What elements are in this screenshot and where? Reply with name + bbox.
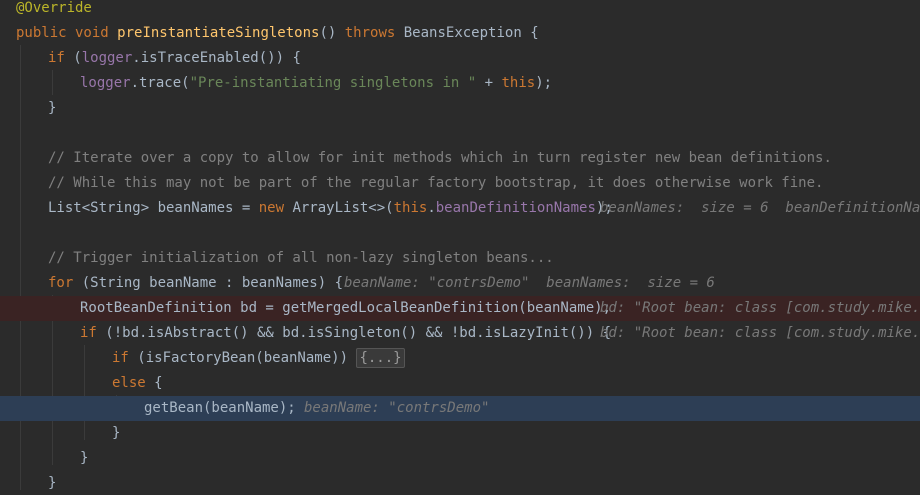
code-line[interactable]: if (isFactoryBean(beanName)) {...} (0, 346, 920, 371)
keyword: public void (16, 25, 118, 41)
code-text: BeansException { (395, 25, 539, 41)
statement: else { (112, 371, 163, 396)
field-ref: logger (80, 75, 131, 91)
code-text: } (80, 450, 89, 466)
keyword: if (48, 50, 65, 66)
comment: // While this may not be part of the reg… (48, 175, 824, 191)
code-line[interactable]: @Override (0, 0, 920, 21)
folded-code-block[interactable]: {...} (356, 348, 405, 368)
code-text: } (112, 425, 121, 441)
code-text: RootBeanDefinition bd = getMergedLocalBe… (80, 300, 612, 316)
code-line[interactable]: } (0, 421, 920, 446)
code-text: (String beanName : beanNames) { (73, 275, 344, 291)
code-line[interactable]: } (0, 471, 920, 495)
keyword: for (48, 275, 74, 291)
field-ref: beanDefinitionNames (435, 200, 596, 216)
method-name: preInstantiateSingletons (117, 25, 320, 41)
code-text: .trace( (130, 75, 190, 91)
statement: for (String beanName : beanNames) { (48, 271, 343, 296)
debug-inline-value: beanNames: size = 6 beanDefinitionNames: (600, 200, 920, 216)
code-text: .isTraceEnabled()) { (132, 50, 301, 66)
keyword: this (393, 200, 428, 216)
code-editor[interactable]: @Override public void preInstantiateSing… (0, 0, 920, 495)
code-line[interactable]: if (logger.isTraceEnabled()) { (0, 46, 920, 71)
code-text: (isFactoryBean(beanName)) (128, 350, 357, 366)
statement: if (logger.isTraceEnabled()) { (48, 46, 301, 71)
string-literal: "Pre-instantiating singletons in " (189, 75, 477, 91)
keyword: if (112, 350, 129, 366)
code-line[interactable]: // Iterate over a copy to allow for init… (0, 146, 920, 171)
comment: // Iterate over a copy to allow for init… (48, 150, 832, 166)
code-line[interactable]: // While this may not be part of the reg… (0, 171, 920, 196)
debug-inline-value: beanName: "contrsDemo" beanNames: size =… (344, 275, 715, 291)
code-line[interactable]: } (0, 446, 920, 471)
keyword: else (112, 375, 146, 391)
keyword: this (501, 75, 536, 91)
field-ref: logger (81, 50, 133, 66)
code-text: getBean(beanName); (144, 400, 296, 416)
keyword: throws (344, 25, 396, 41)
code-line[interactable]: logger.trace("Pre-instantiating singleto… (0, 71, 920, 96)
code-text: ); (535, 75, 553, 91)
debug-inline-value: bd: "Root bean: class [com.study.mike.sp (600, 300, 920, 316)
code-text: . (427, 200, 436, 216)
statement: if (!bd.isAbstract() && bd.isSingleton()… (80, 321, 611, 346)
code-text: ( (64, 50, 82, 66)
statement: List<String> beanNames = new ArrayList<>… (48, 196, 613, 221)
code-text: + (476, 75, 502, 91)
keyword: if (80, 325, 97, 341)
code-text: } (48, 475, 57, 491)
code-line[interactable]: public void preInstantiateSingletons() t… (0, 21, 920, 46)
debug-inline-value: bd: "Root bean: class [com.study.mike.sp (600, 325, 920, 341)
code-line[interactable]: // Trigger initialization of all non-laz… (0, 246, 920, 271)
code-line[interactable]: for (String beanName : beanNames) { bean… (0, 271, 920, 296)
code-text: () (319, 25, 345, 41)
statement: if (isFactoryBean(beanName)) {...} (112, 346, 405, 371)
annotation: @Override (16, 0, 92, 16)
code-text: ArrayList<>( (284, 200, 394, 216)
code-line[interactable]: } (0, 96, 920, 121)
code-text: { (145, 375, 163, 391)
code-text: (!bd.isAbstract() && bd.isSingleton() &&… (96, 325, 612, 341)
statement: logger.trace("Pre-instantiating singleto… (80, 71, 552, 96)
comment: // Trigger initialization of all non-laz… (48, 250, 554, 266)
code-text: } (48, 100, 57, 116)
breakpoint-line[interactable]: RootBeanDefinition bd = getMergedLocalBe… (0, 296, 920, 321)
execution-line[interactable]: getBean(beanName); beanName: "contrsDemo… (0, 396, 920, 421)
debug-inline-value: beanName: "contrsDemo" (304, 400, 490, 416)
code-line[interactable]: if (!bd.isAbstract() && bd.isSingleton()… (0, 321, 920, 346)
code-text: List<String> beanNames = (48, 200, 259, 216)
code-line[interactable]: List<String> beanNames = new ArrayList<>… (0, 196, 920, 221)
keyword: new (258, 200, 285, 216)
code-line[interactable]: else { (0, 371, 920, 396)
method-signature: public void preInstantiateSingletons() t… (16, 21, 539, 46)
